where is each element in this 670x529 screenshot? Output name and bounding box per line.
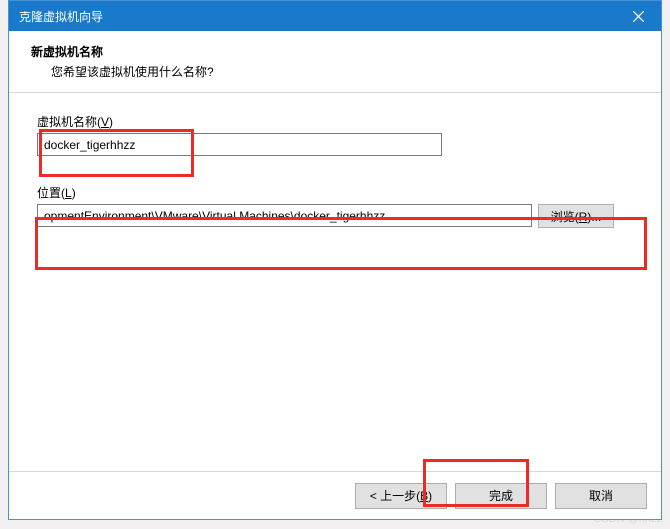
page-title: 新虚拟机名称 [31,43,641,60]
vm-location-input[interactable] [37,204,532,227]
vm-location-group: 位置(L) 浏览(R)... [37,184,633,228]
cancel-button[interactable]: 取消 [555,483,647,509]
close-button[interactable] [616,1,661,31]
vm-location-label: 位置(L) [37,184,76,201]
close-icon [633,11,644,22]
browse-button[interactable]: 浏览(R)... [538,204,614,228]
content-area: 虚拟机名称(V) 位置(L) 浏览(R)... [9,93,661,471]
dialog-title: 克隆虚拟机向导 [19,8,103,25]
button-bar: < 上一步(B) 完成 取消 [9,471,661,519]
vm-name-input[interactable] [37,133,442,156]
finish-button[interactable]: 完成 [455,483,547,509]
back-button[interactable]: < 上一步(B) [355,483,447,509]
clone-vm-wizard-dialog: 克隆虚拟机向导 新虚拟机名称 您希望该虚拟机使用什么名称? 虚拟机名称(V) 位… [8,0,662,520]
vm-name-label: 虚拟机名称(V) [37,113,113,130]
vm-name-group: 虚拟机名称(V) [37,113,633,156]
wizard-header: 新虚拟机名称 您希望该虚拟机使用什么名称? [9,31,661,93]
page-subtitle: 您希望该虚拟机使用什么名称? [51,63,641,80]
titlebar: 克隆虚拟机向导 [9,1,661,31]
